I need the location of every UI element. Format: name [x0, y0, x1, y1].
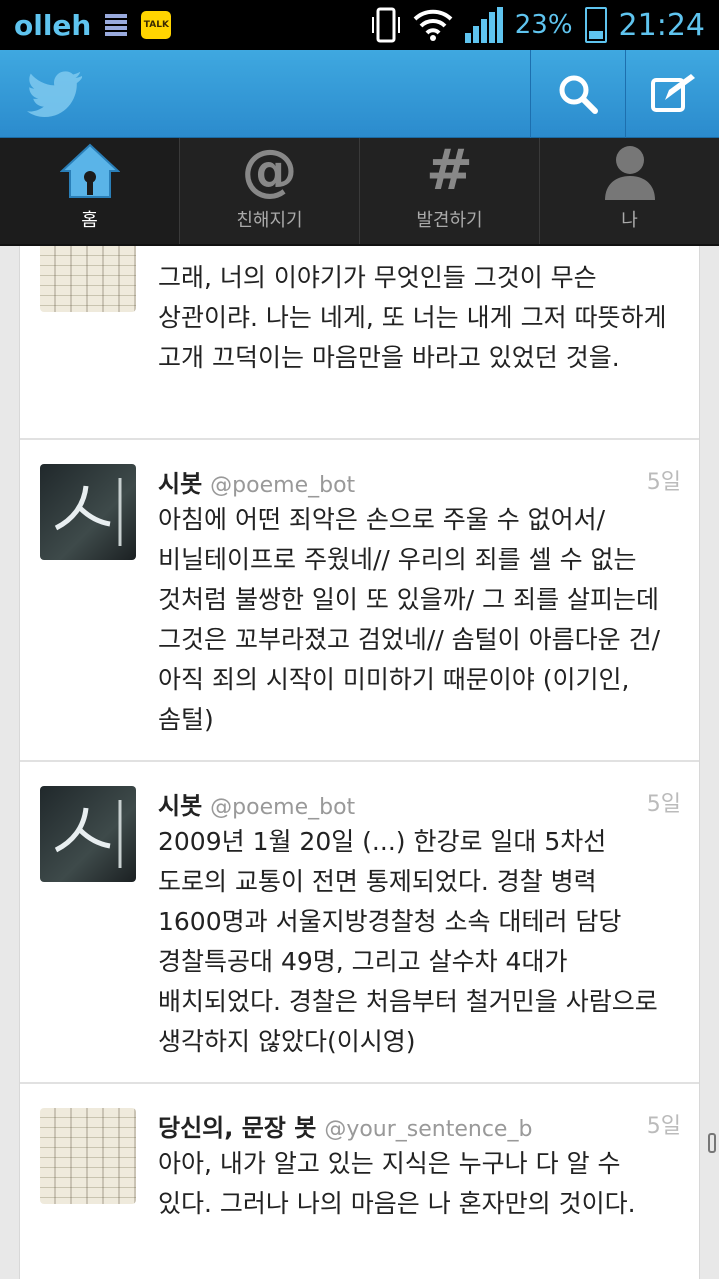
home-icon: [59, 143, 120, 198]
wifi-icon: [413, 9, 453, 41]
avatar-glyph: [54, 800, 122, 868]
avatar[interactable]: [40, 464, 136, 560]
avatar-glyph: [54, 478, 122, 546]
user-handle[interactable]: @poeme_bot: [210, 473, 355, 498]
carrier-label: olleh: [14, 8, 92, 42]
tweet-header: 시봇 @poeme_bot: [158, 464, 355, 499]
tab-connect[interactable]: @ 친해지기: [179, 138, 359, 244]
tab-me-label: 나: [621, 210, 638, 231]
tweet-header: 시봇 @poeme_bot: [158, 786, 355, 821]
clock: 21:24: [618, 7, 705, 43]
compose-button[interactable]: [625, 50, 719, 138]
twitter-bird-icon[interactable]: [24, 70, 84, 118]
avatar[interactable]: [40, 246, 136, 312]
battery-percent: 23%: [514, 10, 573, 40]
tab-discover-label: 발견하기: [416, 210, 483, 231]
battery-icon: [584, 7, 607, 43]
search-icon: [559, 75, 598, 114]
user-name[interactable]: 당신의, 문장 봇: [158, 1114, 316, 1142]
scrollbar[interactable]: [708, 1133, 716, 1153]
tab-bar: 홈 @ 친해지기 # 발견하기 나: [0, 138, 719, 246]
user-name[interactable]: 시봇: [158, 470, 202, 498]
status-bar: olleh TALK 23% 21:24: [0, 0, 719, 50]
compose-icon: [650, 74, 695, 112]
tweet[interactable]: 시봇 @poeme_bot 5일 아침에 어떤 죄악은 손으로 주울 수 없어서/…: [20, 440, 699, 762]
timeline[interactable]: 그래, 너의 이야기가 무엇인들 그것이 무슨 상관이랴. 나는 네게, 또 너…: [19, 246, 700, 1279]
tweet-text: 아아, 내가 알고 있는 지식은 누구나 다 알 수 있다. 그러나 나의 마음…: [158, 1149, 636, 1218]
tweet[interactable]: 당신의, 문장 봇 @your_sentence_b 5일 아아, 내가 알고 있…: [20, 1084, 699, 1279]
at-icon: @: [241, 138, 298, 203]
tweet-text: 아침에 어떤 죄악은 손으로 주울 수 없어서/ 비닐테이프로 주웠네// 우리…: [158, 505, 661, 734]
notification-icon: [105, 14, 128, 36]
tab-discover[interactable]: # 발견하기: [359, 138, 539, 244]
hash-icon: #: [426, 138, 473, 203]
person-icon: [604, 146, 655, 200]
signal-icon: [464, 7, 503, 43]
tweet-header: 당신의, 문장 봇 @your_sentence_b: [158, 1108, 532, 1143]
avatar[interactable]: [40, 786, 136, 882]
tweet-time: 5일: [646, 792, 681, 817]
tab-home[interactable]: 홈: [0, 138, 179, 244]
search-button[interactable]: [530, 50, 624, 138]
tweet-time: 5일: [646, 470, 681, 495]
kakaotalk-icon: TALK: [141, 11, 172, 39]
vibrate-icon: [371, 7, 400, 43]
user-name[interactable]: 시봇: [158, 792, 202, 820]
avatar[interactable]: [40, 1108, 136, 1204]
user-handle[interactable]: @your_sentence_b: [324, 1117, 532, 1142]
tweet-text: 2009년 1월 20일 (...) 한강로 일대 5차선 도로의 교통이 전면…: [158, 827, 658, 1056]
user-handle[interactable]: @poeme_bot: [210, 795, 355, 820]
tab-connect-label: 친해지기: [236, 210, 303, 231]
app-header: [0, 50, 719, 138]
tab-home-label: 홈: [81, 210, 98, 231]
tweet-time: 5일: [646, 1114, 681, 1139]
tweet-text: 그래, 너의 이야기가 무엇인들 그것이 무슨 상관이랴. 나는 네게, 또 너…: [158, 263, 667, 372]
tab-me[interactable]: 나: [539, 138, 719, 244]
tweet[interactable]: 그래, 너의 이야기가 무엇인들 그것이 무슨 상관이랴. 나는 네게, 또 너…: [20, 246, 699, 440]
tweet[interactable]: 시봇 @poeme_bot 5일 2009년 1월 20일 (...) 한강로 일…: [20, 762, 699, 1084]
